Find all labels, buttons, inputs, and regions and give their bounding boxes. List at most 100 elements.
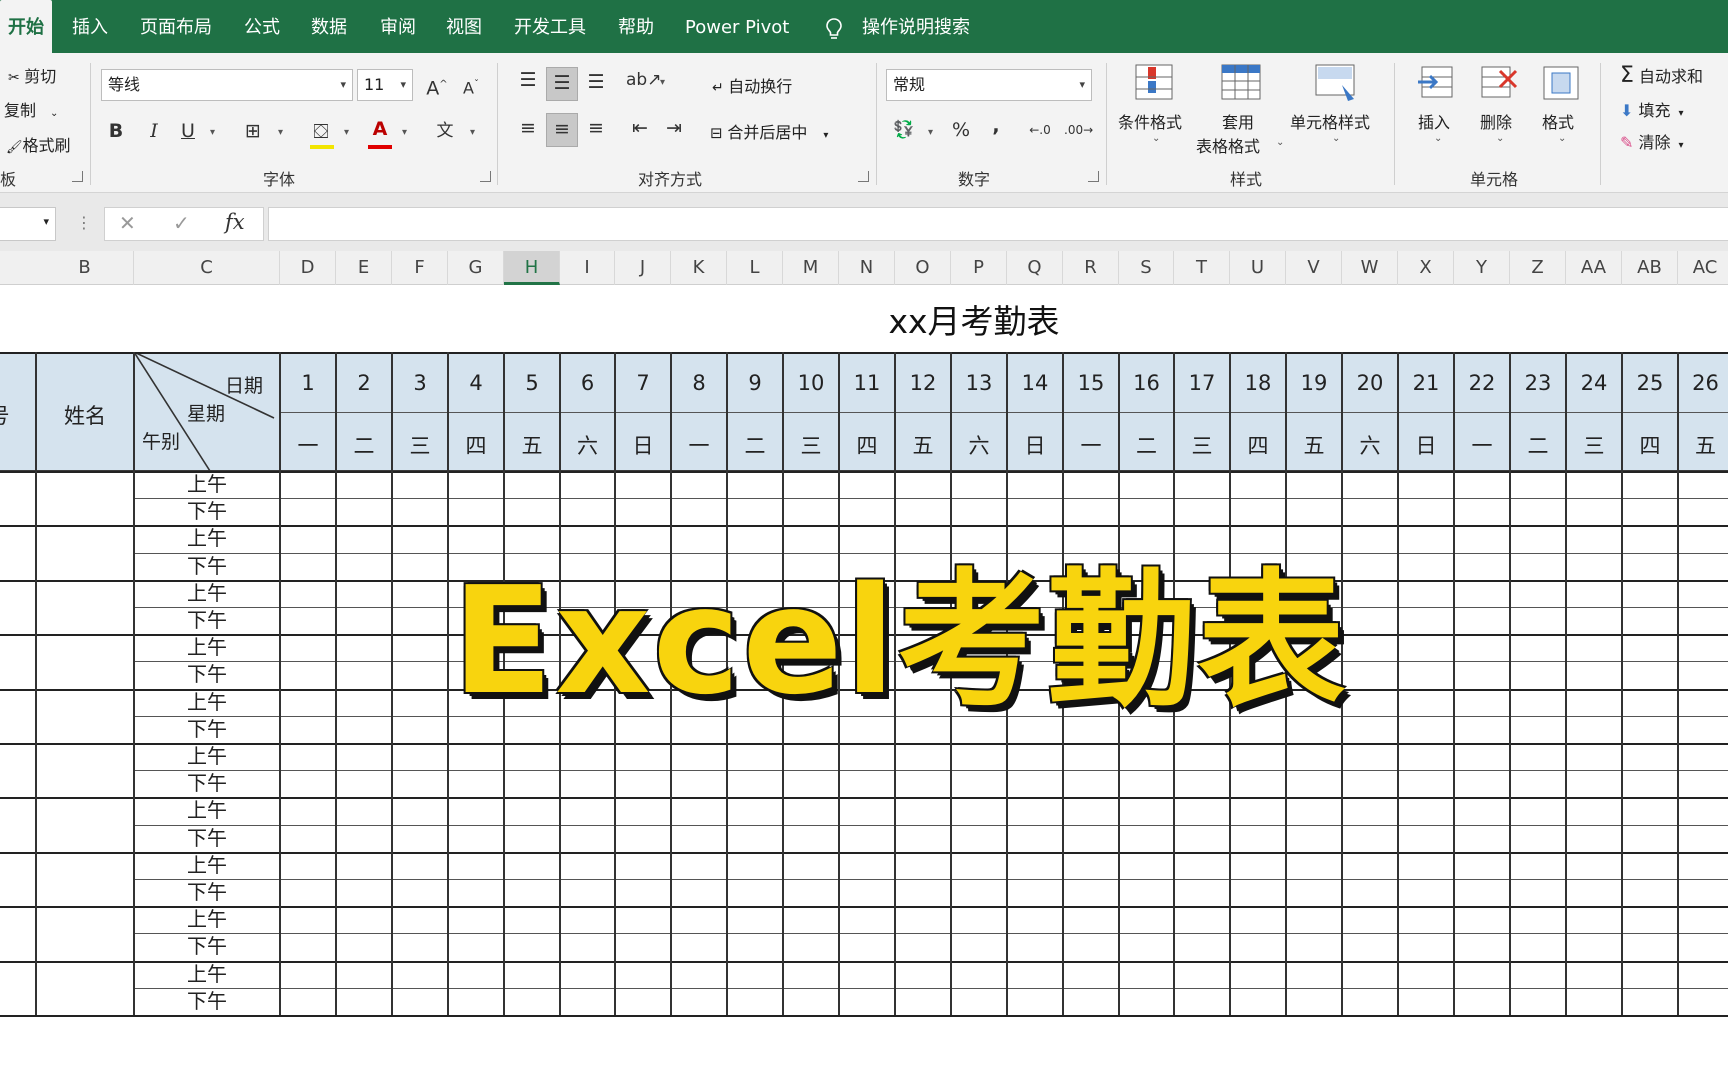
tab-page-layout[interactable]: 页面布局 [140,0,212,53]
align-top-icon[interactable]: ☰ [514,65,542,95]
column-header-r[interactable]: R [1063,251,1119,285]
align-right-icon[interactable]: ≡ [582,113,610,143]
format-painter-button[interactable]: 🖌格式刷 [6,132,71,156]
align-middle-icon[interactable]: ☰ [546,67,578,101]
format-cells-icon[interactable] [1540,63,1584,103]
wrap-text-button[interactable]: ↵ 自动换行 [712,73,792,97]
tab-review[interactable]: 审阅 [380,0,416,53]
tab-help[interactable]: 帮助 [618,0,654,53]
font-launcher-icon[interactable] [480,171,491,182]
comma-style-button[interactable]: , [986,111,1006,141]
fill-color-icon[interactable]: ⛋ [308,116,334,146]
conditional-dropdown-icon[interactable]: ⌄ [1152,133,1160,144]
column-header-l[interactable]: L [727,251,783,285]
insert-cells-button[interactable]: 插入 [1418,109,1450,133]
column-header-x[interactable]: X [1398,251,1454,285]
column-header-g[interactable]: G [448,251,504,285]
number-format-combo[interactable]: 常规 ▾ [886,69,1092,101]
decrease-indent-icon[interactable]: ⇤ [626,113,654,143]
copy-button[interactable]: 复制 ⌄ [4,97,58,121]
cell-styles-button[interactable]: 单元格样式 [1290,109,1370,133]
insert-cells-icon[interactable] [1416,63,1460,103]
format-as-table-line1[interactable]: 套用 [1222,109,1254,133]
phonetic-dropdown-icon[interactable]: ▾ [470,127,475,138]
column-header-c[interactable]: C [134,251,280,285]
delete-cells-button[interactable]: 删除 [1480,109,1512,133]
align-center-icon[interactable]: ≡ [546,113,578,147]
grow-font-button[interactable]: A^ [424,70,450,103]
column-header-i[interactable]: I [560,251,615,285]
shrink-font-button[interactable]: Aˇ [458,70,484,103]
accounting-format-icon[interactable]: 💱 [890,115,918,145]
orientation-icon[interactable]: ab↗ [626,65,661,95]
italic-button[interactable]: I [142,116,166,146]
alignment-launcher-icon[interactable] [858,171,869,182]
column-header-o[interactable]: O [895,251,951,285]
delete-dropdown-icon[interactable]: ⌄ [1496,133,1504,144]
column-header-ac[interactable]: AC [1678,251,1728,285]
column-header-ab[interactable]: AB [1622,251,1678,285]
phonetic-button[interactable]: 文 [432,116,458,146]
format-as-table-line2[interactable]: 表格格式 [1196,133,1260,157]
column-header-t[interactable]: T [1174,251,1230,285]
bold-button[interactable]: B [104,116,128,146]
column-header-y[interactable]: Y [1454,251,1510,285]
borders-dropdown-icon[interactable]: ▾ [278,127,283,138]
cut-button[interactable]: ✂ 剪切 [8,63,56,87]
orientation-dropdown-icon[interactable]: ▾ [660,77,665,88]
tab-data[interactable]: 数据 [311,0,347,53]
tab-home[interactable]: 开始 [0,0,52,53]
align-bottom-icon[interactable]: ☰ [582,67,610,97]
cancel-icon[interactable]: ✕ [119,211,136,235]
tab-developer[interactable]: 开发工具 [514,0,586,53]
name-box[interactable]: ▾ [0,207,56,241]
tab-formulas[interactable]: 公式 [244,0,280,53]
increase-indent-icon[interactable]: ⇥ [660,113,688,143]
column-header-u[interactable]: U [1230,251,1286,285]
decrease-decimal-icon[interactable]: .00→ [1064,115,1093,145]
tab-insert[interactable]: 插入 [72,0,108,53]
column-header-p[interactable]: P [951,251,1007,285]
number-launcher-icon[interactable] [1088,171,1099,182]
insert-dropdown-icon[interactable]: ⌄ [1434,133,1442,144]
font-size-combo[interactable]: 11 ▾ [357,69,413,101]
column-header-b[interactable]: B [36,251,134,285]
clear-button[interactable]: ✎ 清除 ▾ [1620,129,1684,153]
merge-center-button[interactable]: ⊟ 合并后居中 ▾ [710,119,828,143]
column-header-e[interactable]: E [336,251,392,285]
fill-dropdown-icon[interactable]: ▾ [344,127,349,138]
insert-function-icon[interactable]: fx [225,210,245,234]
column-header-d[interactable]: D [280,251,336,285]
lightbulb-icon[interactable] [826,18,842,40]
percent-style-button[interactable]: % [948,115,974,145]
column-header-n[interactable]: N [839,251,895,285]
increase-decimal-icon[interactable]: ←.0 [1026,115,1054,145]
borders-icon[interactable]: ⊞ [240,116,266,146]
autosum-button[interactable]: Σ 自动求和 [1620,63,1703,88]
format-dropdown-icon[interactable]: ⌄ [1558,133,1566,144]
cell-styles-dropdown-icon[interactable]: ⌄ [1332,133,1340,144]
column-header-f[interactable]: F [392,251,448,285]
table-format-dropdown-icon[interactable]: ⌄ [1276,137,1284,148]
underline-dropdown-icon[interactable]: ▾ [210,127,215,138]
column-header-v[interactable]: V [1286,251,1342,285]
column-header-aa[interactable]: AA [1566,251,1622,285]
conditional-formatting-button[interactable]: 条件格式 [1118,109,1182,133]
format-as-table-icon[interactable] [1220,63,1264,103]
formula-bar-grip-icon[interactable]: ⋮ [76,213,92,232]
column-header-k[interactable]: K [671,251,727,285]
column-header-z[interactable]: Z [1510,251,1566,285]
font-color-dropdown-icon[interactable]: ▾ [402,127,407,138]
column-header-w[interactable]: W [1342,251,1398,285]
tell-me-search[interactable]: 操作说明搜索 [862,0,970,53]
clipboard-launcher-icon[interactable] [72,171,83,182]
format-cells-button[interactable]: 格式 [1542,109,1574,133]
fill-button[interactable]: ⬇ 填充 ▾ [1620,97,1684,121]
underline-button[interactable]: U [176,116,200,146]
font-color-button[interactable]: A [368,114,392,144]
tab-view[interactable]: 视图 [446,0,482,53]
column-header-m[interactable]: M [783,251,839,285]
accounting-dropdown-icon[interactable]: ▾ [928,127,933,138]
column-header-j[interactable]: J [615,251,671,285]
delete-cells-icon[interactable] [1478,63,1522,103]
